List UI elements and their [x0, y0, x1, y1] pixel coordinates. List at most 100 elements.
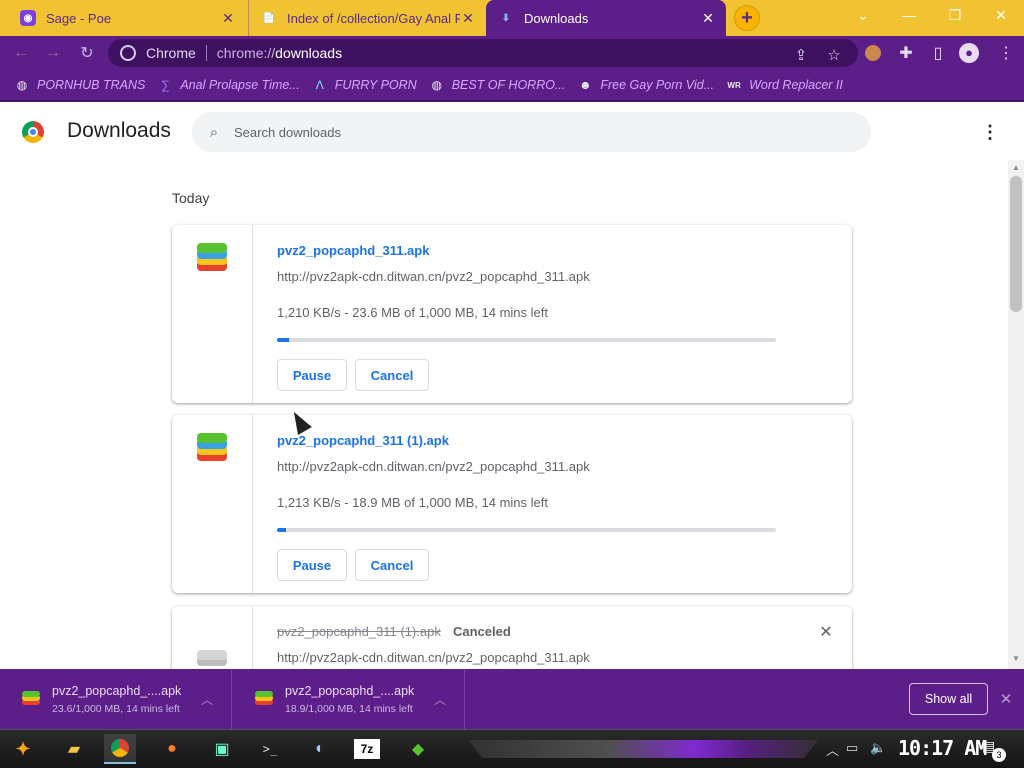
- download-status-text: 1,210 KB/s - 23.6 MB of 1,000 MB, 14 min…: [277, 305, 548, 320]
- close-shelf-icon[interactable]: ✕: [996, 689, 1016, 709]
- minimize-icon[interactable]: —: [886, 0, 932, 30]
- file-icon-column: [172, 225, 253, 403]
- tab-index-collection[interactable]: 📄 Index of /collection/Gay Anal P ✕: [248, 0, 486, 36]
- show-all-button[interactable]: Show all: [909, 683, 988, 715]
- bluestacks-apk-icon: [20, 689, 42, 709]
- download-card: pvz2_popcaphd_311 (1).apk http://pvz2apk…: [172, 415, 852, 593]
- remove-from-list-icon[interactable]: ✕: [816, 622, 836, 642]
- search-downloads-box[interactable]: ⌕: [192, 112, 871, 152]
- tab-sage-poe[interactable]: ◉ Sage - Poe ✕: [8, 0, 246, 36]
- chip-label: Chrome: [146, 45, 196, 61]
- app-icon[interactable]: ▣: [206, 734, 238, 764]
- chrome-logo-icon: [22, 121, 44, 143]
- chevron-up-icon[interactable]: ︿: [434, 691, 446, 708]
- file-icon-column: [172, 606, 253, 669]
- account-avatar-icon[interactable]: ●: [958, 42, 980, 64]
- bookmark-item[interactable]: WR Word Replacer II: [726, 77, 842, 93]
- taskbar-clock[interactable]: 10:17 AM: [898, 736, 987, 760]
- bluestacks-apk-icon-grey: [195, 650, 229, 669]
- bookmark-item[interactable]: ◍ BEST OF HORRO...: [429, 77, 565, 93]
- terminal-icon[interactable]: >_: [254, 734, 286, 764]
- source-url-link[interactable]: http://pvz2apk-cdn.ditwan.cn/pvz2_popcap…: [277, 650, 590, 665]
- site-chip[interactable]: Chrome: [108, 45, 196, 61]
- bookmark-item[interactable]: Λ FURRY PORN: [312, 77, 417, 93]
- profile-extension-icon[interactable]: [862, 42, 884, 64]
- bookmark-star-icon[interactable]: ☆: [824, 45, 844, 65]
- tab-downloads[interactable]: ⬇ Downloads ✕: [486, 0, 726, 36]
- file-name-link[interactable]: pvz2_popcaphd_311 (1).apk: [277, 433, 449, 448]
- back-icon[interactable]: ←: [10, 42, 32, 64]
- page-scrollbar[interactable]: ▲ ▼: [1008, 160, 1024, 669]
- new-tab-button[interactable]: +: [734, 5, 760, 31]
- tab-search-icon[interactable]: ⌄: [840, 0, 886, 30]
- close-tab-icon[interactable]: ✕: [700, 10, 716, 27]
- downloads-header: Downloads ⌕ ⋮: [0, 104, 1024, 160]
- omnibox-divider: [205, 45, 207, 61]
- chevron-up-icon[interactable]: ︿: [201, 691, 213, 708]
- shelf-file-status: 23.6/1,000 MB, 14 mins left: [52, 702, 180, 715]
- cancel-button[interactable]: Cancel: [355, 359, 429, 391]
- pause-button[interactable]: Pause: [277, 549, 347, 581]
- url-host: downloads: [275, 45, 343, 61]
- globe-icon: ◍: [431, 78, 442, 92]
- alien-icon: ☻: [579, 78, 592, 92]
- scrollbar-thumb[interactable]: [1010, 176, 1022, 312]
- tab-title: Sage - Poe: [46, 10, 112, 26]
- show-hidden-icons-icon[interactable]: ︿: [826, 740, 839, 759]
- bluestacks-apk-icon: [253, 689, 275, 709]
- 7zip-icon[interactable]: 7z: [354, 739, 380, 759]
- windows-taskbar: ✦ ▰ ● ▣ >_ ◐ 7z ◆ ︿ ▭ 🔈 10:17 AM ▤ 3: [0, 729, 1024, 768]
- file-icon-column: [172, 415, 253, 593]
- file-name-canceled: pvz2_popcaphd_311 (1).apk: [277, 624, 441, 639]
- paint-icon[interactable]: ◐: [304, 734, 336, 764]
- cancel-button[interactable]: Cancel: [355, 549, 429, 581]
- download-card: pvz2_popcaphd_311.apk http://pvz2apk-cdn…: [172, 225, 852, 403]
- forward-icon[interactable]: →: [42, 42, 64, 64]
- shelf-download-item[interactable]: pvz2_popcaphd_....apk 18.9/1,000 MB, 14 …: [233, 669, 465, 729]
- shelf-file-name: pvz2_popcaphd_....apk: [285, 683, 415, 698]
- bookmark-label: Free Gay Porn Vid...: [600, 78, 715, 92]
- shelf-file-status: 18.9/1,000 MB, 14 mins left: [285, 702, 413, 715]
- tab-strip: ◉ Sage - Poe ✕ 📄 Index of /collection/Ga…: [0, 0, 1024, 36]
- bookmark-label: FURRY PORN: [334, 78, 417, 92]
- scroll-up-icon[interactable]: ▲: [1012, 164, 1020, 172]
- wr-icon: WR: [727, 80, 741, 90]
- extensions-puzzle-icon[interactable]: ✚: [895, 42, 917, 64]
- scroll-down-icon[interactable]: ▼: [1012, 655, 1020, 663]
- source-url-link[interactable]: http://pvz2apk-cdn.ditwan.cn/pvz2_popcap…: [277, 459, 590, 474]
- chrome-taskbar-icon[interactable]: [104, 734, 136, 764]
- file-name-link[interactable]: pvz2_popcaphd_311.apk: [277, 243, 429, 258]
- address-bar[interactable]: Chrome chrome:// downloads ⇪ ☆: [108, 39, 858, 67]
- close-tab-icon[interactable]: ✕: [460, 10, 476, 27]
- kebab-menu-icon[interactable]: ⋮: [995, 42, 1017, 64]
- bluestacks-taskbar-icon[interactable]: ◆: [402, 734, 434, 764]
- poe-icon: ◉: [20, 10, 36, 26]
- notification-center-icon[interactable]: ▤ 3: [982, 738, 1006, 762]
- volume-icon[interactable]: 🔈: [870, 740, 886, 756]
- globe-icon: ◍: [16, 78, 28, 92]
- firefox-icon[interactable]: ●: [156, 734, 188, 764]
- bookmark-item[interactable]: ◍ PORNHUB TRANS: [14, 77, 146, 93]
- source-url-link[interactable]: http://pvz2apk-cdn.ditwan.cn/pvz2_popcap…: [277, 269, 590, 284]
- bookmark-item[interactable]: ∑ Anal Prolapse Time...: [157, 77, 300, 93]
- close-window-icon[interactable]: ✕: [978, 0, 1024, 30]
- downloads-list: Today pvz2_popcaphd_311.apk http://pvz2a…: [0, 160, 1008, 669]
- url-scheme: chrome://: [216, 45, 276, 61]
- start-menu-icon[interactable]: ✦: [8, 736, 38, 762]
- restore-icon[interactable]: ❐: [932, 0, 978, 30]
- share-icon[interactable]: ⇪: [791, 45, 811, 65]
- side-panel-icon[interactable]: ▯: [927, 42, 949, 64]
- lambda-icon: Λ: [315, 78, 324, 92]
- close-tab-icon[interactable]: ✕: [220, 10, 236, 27]
- reload-icon[interactable]: ↻: [76, 42, 98, 64]
- bracket-icon: ∑: [161, 78, 170, 92]
- chrome-icon: [120, 45, 136, 61]
- file-explorer-icon[interactable]: ▰: [58, 734, 90, 764]
- network-icon[interactable]: ▭: [846, 740, 858, 756]
- more-actions-icon[interactable]: ⋮: [978, 120, 1002, 144]
- shelf-download-item[interactable]: pvz2_popcaphd_....apk 23.6/1,000 MB, 14 …: [0, 669, 232, 729]
- search-input[interactable]: [234, 124, 834, 140]
- bookmark-item[interactable]: ☻ Free Gay Porn Vid...: [577, 77, 714, 93]
- bluestacks-apk-icon: [195, 243, 229, 273]
- pause-button[interactable]: Pause: [277, 359, 347, 391]
